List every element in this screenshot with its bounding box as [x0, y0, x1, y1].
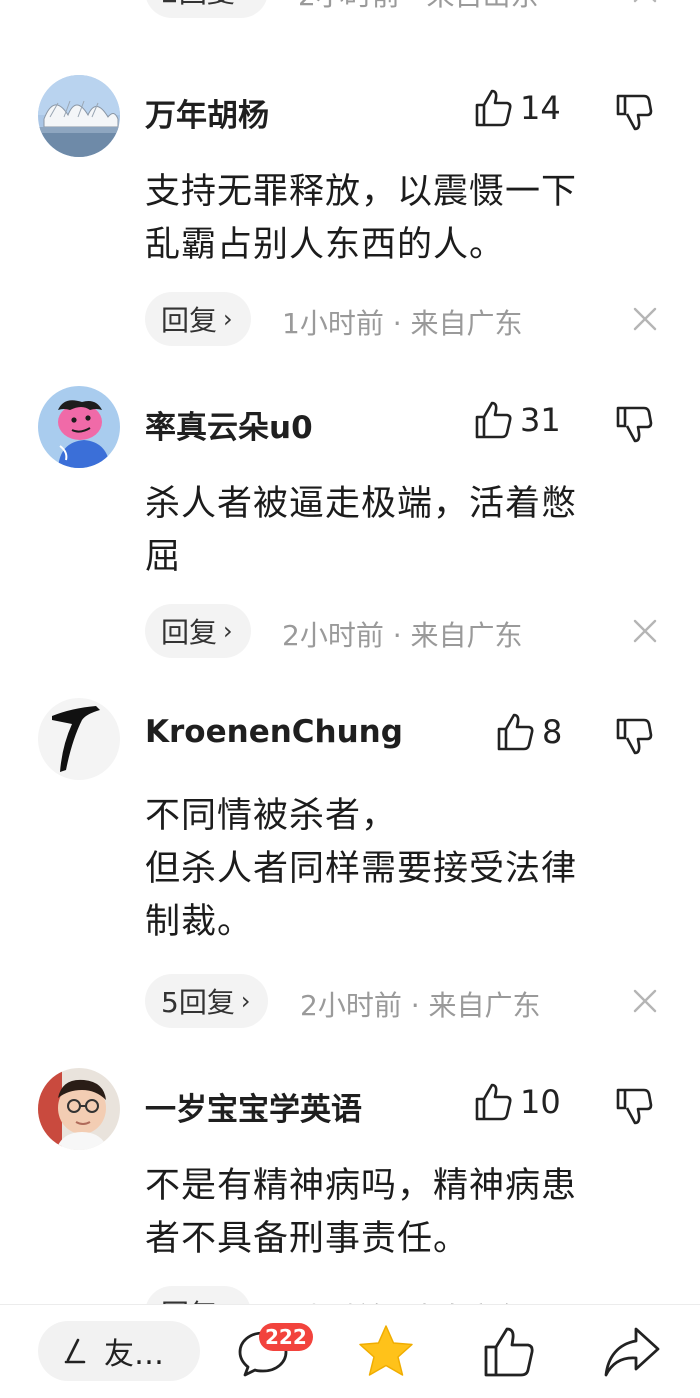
- comment-line: 者不具备刑事责任。: [145, 1219, 470, 1259]
- comment-line: 屈: [145, 537, 182, 577]
- comment-meta: 1小时前 · 来自广东: [282, 307, 523, 340]
- close-icon[interactable]: [632, 988, 658, 1014]
- close-icon[interactable]: [632, 306, 658, 332]
- reply-button[interactable]: 5回复 ›: [145, 974, 269, 1028]
- share-icon: [604, 1327, 660, 1377]
- username[interactable]: 一岁宝宝学英语: [145, 1084, 362, 1129]
- thumbs-down-icon[interactable]: [614, 404, 654, 444]
- like-button[interactable]: 31: [474, 400, 561, 440]
- comment-text: 不同情被杀者， 但杀人者同样需要接受法律 制裁。: [145, 790, 645, 949]
- close-icon[interactable]: [632, 0, 658, 4]
- comment-line: 制裁。: [145, 902, 254, 942]
- chevron-right-icon: ›: [240, 987, 251, 1015]
- comment-line: 杀人者被逼走极端，活着憋: [145, 484, 578, 524]
- like-count: 14: [520, 89, 561, 127]
- comment-input[interactable]: 友…: [38, 1321, 200, 1381]
- comment-input-placeholder: 友…: [104, 1337, 164, 1372]
- comment-text: 不是有精神病吗，精神病患 者不具备刑事责任。: [145, 1160, 645, 1266]
- pen-icon: [64, 1338, 86, 1364]
- username[interactable]: 率真云朵u0: [145, 402, 313, 447]
- thumbs-up-icon: [496, 712, 534, 752]
- share-button[interactable]: [602, 1325, 662, 1383]
- like-button[interactable]: 10: [474, 1082, 561, 1122]
- thumbs-down-icon[interactable]: [614, 92, 654, 132]
- chevron-right-icon: ›: [223, 305, 233, 333]
- comment-meta: 2小时前 · 来自广东: [282, 619, 523, 652]
- partial-comment-footer: 2回复 › 2小时前 · 来自山东: [0, 0, 700, 34]
- comment-footer: 5回复 › 2小时前 · 来自广东: [0, 974, 700, 1030]
- thumbs-down-icon[interactable]: [614, 716, 654, 756]
- favorite-button[interactable]: [356, 1323, 416, 1385]
- comment-footer: 回复 › 1小时前 · 来自广东: [0, 292, 700, 348]
- comment-meta: 2小时前 · 来自广东: [300, 989, 541, 1022]
- like-button[interactable]: 14: [474, 88, 561, 128]
- reply-button[interactable]: 回复 ›: [145, 604, 251, 658]
- avatar[interactable]: [38, 386, 120, 468]
- comment-count-badge: 222: [259, 1323, 313, 1351]
- like-count: 31: [520, 401, 561, 439]
- comment-line: 不是有精神病吗，精神病患: [145, 1166, 578, 1206]
- thumbs-up-icon: [484, 1327, 534, 1377]
- reply-label: 回复: [161, 304, 218, 337]
- comment-line: 但杀人者同样需要接受法律: [145, 849, 578, 889]
- comment-line: 支持无罪释放，以震慑一下: [145, 172, 578, 212]
- star-icon: [359, 1325, 413, 1376]
- thumbs-down-icon[interactable]: [614, 1086, 654, 1126]
- reply-label: 回复: [161, 616, 218, 649]
- comment-line: 乱霸占别人东西的人。: [145, 225, 506, 265]
- like-button[interactable]: 8: [496, 712, 562, 752]
- comment-text: 支持无罪释放，以震慑一下 乱霸占别人东西的人。: [145, 166, 645, 272]
- reply-label: 5回复: [161, 986, 235, 1019]
- bottom-action-bar: 友… 222: [0, 1304, 700, 1398]
- close-icon[interactable]: [632, 618, 658, 644]
- avatar[interactable]: [38, 698, 120, 780]
- thumbs-up-icon: [474, 400, 512, 440]
- comment-meta: 2小时前 · 来自山东: [298, 0, 539, 14]
- reply-button[interactable]: 2回复 ›: [145, 0, 269, 18]
- thumbs-up-icon: [474, 88, 512, 128]
- reply-label: 2回复: [161, 0, 235, 11]
- chevron-right-icon: ›: [223, 617, 233, 645]
- username[interactable]: 万年胡杨: [145, 90, 269, 135]
- comment-line: 不同情被杀者，: [145, 796, 398, 836]
- avatar[interactable]: [38, 75, 120, 157]
- comment-footer: 回复 › 2小时前 · 来自广东: [0, 604, 700, 660]
- like-article-button[interactable]: [482, 1325, 536, 1383]
- avatar[interactable]: [38, 1068, 120, 1150]
- reply-button[interactable]: 回复 ›: [145, 292, 251, 346]
- chevron-right-icon: ›: [241, 0, 251, 5]
- thumbs-up-icon: [474, 1082, 512, 1122]
- like-count: 8: [542, 713, 563, 751]
- username[interactable]: KroenenChung: [145, 714, 403, 750]
- like-count: 10: [520, 1083, 561, 1121]
- comment-text: 杀人者被逼走极端，活着憋 屈: [145, 478, 645, 584]
